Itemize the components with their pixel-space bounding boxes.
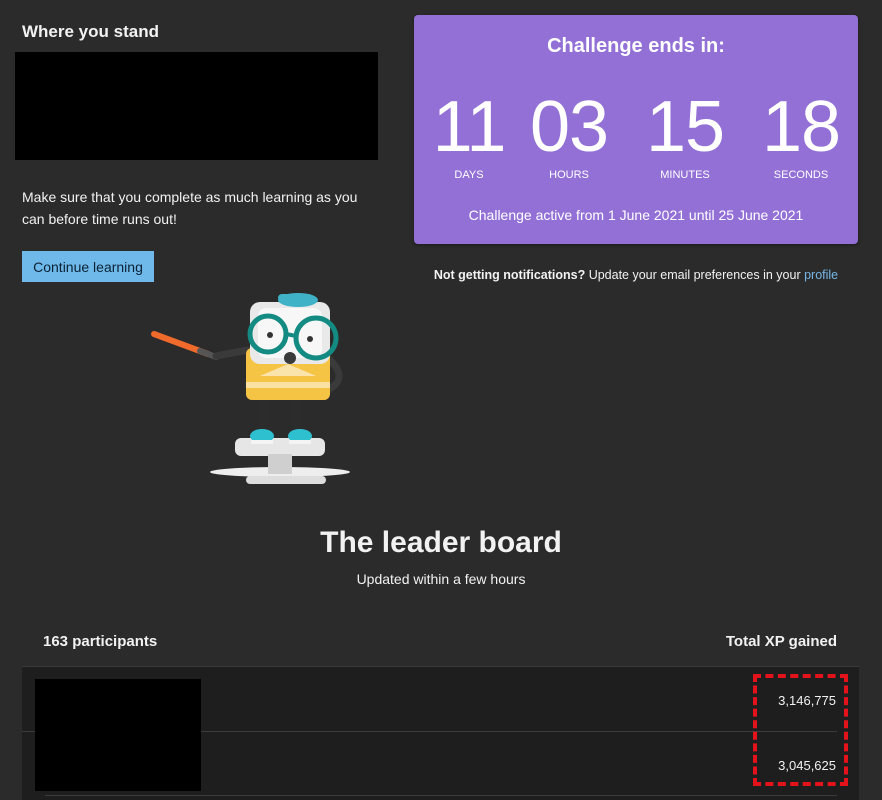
learning-reminder-text: Make sure that you complete as much lear… xyxy=(22,189,358,227)
countdown-days: 11 DAYS xyxy=(414,87,524,181)
countdown-minutes-value: 15 xyxy=(645,87,725,167)
countdown-minutes: 15 MINUTES xyxy=(630,87,740,181)
countdown-seconds-value: 18 xyxy=(761,87,841,167)
row-divider xyxy=(45,795,837,796)
countdown-hours-value: 03 xyxy=(529,87,609,167)
continue-learning-button[interactable]: Continue learning xyxy=(22,251,154,282)
countdown-hours-label: HOURS xyxy=(549,169,589,181)
countdown-seconds-label: SECONDS xyxy=(773,169,829,181)
notifications-text: Update your email preferences in your xyxy=(585,268,805,282)
challenge-active-range: Challenge active from 1 June 2021 until … xyxy=(468,207,804,223)
countdown-seconds: 18 SECONDS xyxy=(746,87,856,181)
total-xp-header: Total XP gained xyxy=(725,633,837,650)
countdown-days-label: DAYS xyxy=(454,169,484,181)
countdown-days-value: 11 xyxy=(432,87,507,167)
leaderboard-subtitle: Updated within a few hours xyxy=(356,571,526,587)
where-you-stand-heading: Where you stand xyxy=(22,22,159,41)
mascot-illustration xyxy=(151,293,350,484)
xp-highlight-annotation xyxy=(753,674,848,786)
profile-link[interactable]: profile xyxy=(804,268,838,282)
countdown-hours: 03 HOURS xyxy=(514,87,624,181)
redacted-participant-names xyxy=(35,679,201,791)
notifications-notice: Not getting notifications? Update your e… xyxy=(414,268,858,282)
notifications-question: Not getting notifications? xyxy=(433,268,586,282)
leaderboard-title: The leader board xyxy=(320,526,562,559)
redacted-standing-panel xyxy=(15,52,378,160)
participants-count: 163 participants xyxy=(43,633,158,650)
countdown-title: Challenge ends in: xyxy=(547,35,725,57)
countdown-minutes-label: MINUTES xyxy=(660,169,710,181)
challenge-countdown-card: Challenge ends in: 11 DAYS 03 HOURS 15 M… xyxy=(414,15,858,244)
